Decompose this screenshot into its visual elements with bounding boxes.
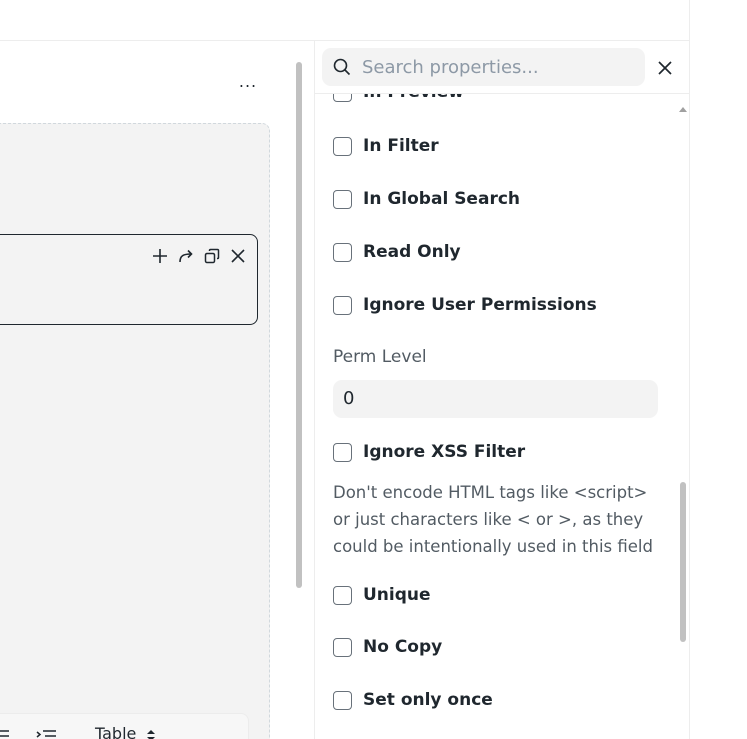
check-unique[interactable]: Unique [333,583,431,607]
properties-scrollbar[interactable] [677,96,689,739]
perm-level-label: Perm Level [333,347,427,367]
form-builder-area: ... Table [0,41,292,739]
close-icon[interactable] [229,247,247,265]
indent-icon[interactable] [35,728,57,739]
checkbox[interactable] [333,295,352,315]
search-icon [333,58,351,76]
check-in-global-search[interactable]: In Global Search [333,187,520,211]
check-label: Ignore User Permissions [363,295,597,315]
close-icon[interactable] [655,58,675,78]
check-label: No Copy [363,637,443,657]
properties-scroll-area: In Preview In Filter In Global Search Re… [315,94,677,739]
checkbox[interactable] [333,136,352,156]
selected-field-card[interactable] [0,234,258,325]
more-options-button[interactable]: ... [236,74,260,95]
check-ignore-user-permissions[interactable]: Ignore User Permissions [333,293,597,317]
window-edge [689,0,690,739]
table-dropdown-label[interactable]: Table [95,724,136,739]
scroll-up-arrow-icon[interactable] [679,97,687,116]
checkbox[interactable] [333,585,352,605]
check-label: Unique [363,585,431,605]
properties-scrollbar-thumb[interactable] [680,482,686,642]
duplicate-icon[interactable] [203,247,221,265]
field-card-actions [151,247,247,265]
search-properties-input[interactable] [362,48,637,86]
checkbox[interactable] [333,242,352,262]
ignore-xss-description: Don't encode HTML tags like <script> or … [333,483,653,556]
check-label: In Filter [363,136,439,156]
check-no-copy[interactable]: No Copy [333,635,442,659]
close-panel-button[interactable] [655,58,675,78]
plus-icon[interactable] [151,247,169,265]
check-label: Ignore XSS Filter [363,442,526,462]
form-section-canvas [0,123,270,739]
checkbox[interactable] [333,442,352,462]
redo-arrow-icon[interactable] [177,247,195,265]
properties-panel: In Preview In Filter In Global Search Re… [315,41,689,739]
check-label: Read Only [363,242,461,262]
checkbox[interactable] [333,690,352,710]
sort-caret-icon[interactable] [146,727,156,739]
builder-scrollbar-thumb[interactable] [296,62,302,588]
outdent-icon[interactable] [0,728,9,739]
editor-toolbar: Table [0,713,249,739]
check-ignore-xss-filter[interactable]: Ignore XSS Filter [333,440,525,464]
search-box [322,48,645,86]
checkbox[interactable] [333,637,352,657]
checkbox[interactable] [333,94,352,102]
top-bar [0,0,690,41]
perm-level-input[interactable]: 0 [333,380,658,418]
check-in-preview[interactable]: In Preview [333,94,464,104]
check-set-only-once[interactable]: Set only once [333,688,493,712]
check-in-filter[interactable]: In Filter [333,134,439,158]
check-label: Set only once [363,690,493,710]
check-label: In Preview [363,94,464,102]
check-label: In Global Search [363,189,521,209]
check-read-only[interactable]: Read Only [333,240,461,264]
checkbox[interactable] [333,189,352,209]
